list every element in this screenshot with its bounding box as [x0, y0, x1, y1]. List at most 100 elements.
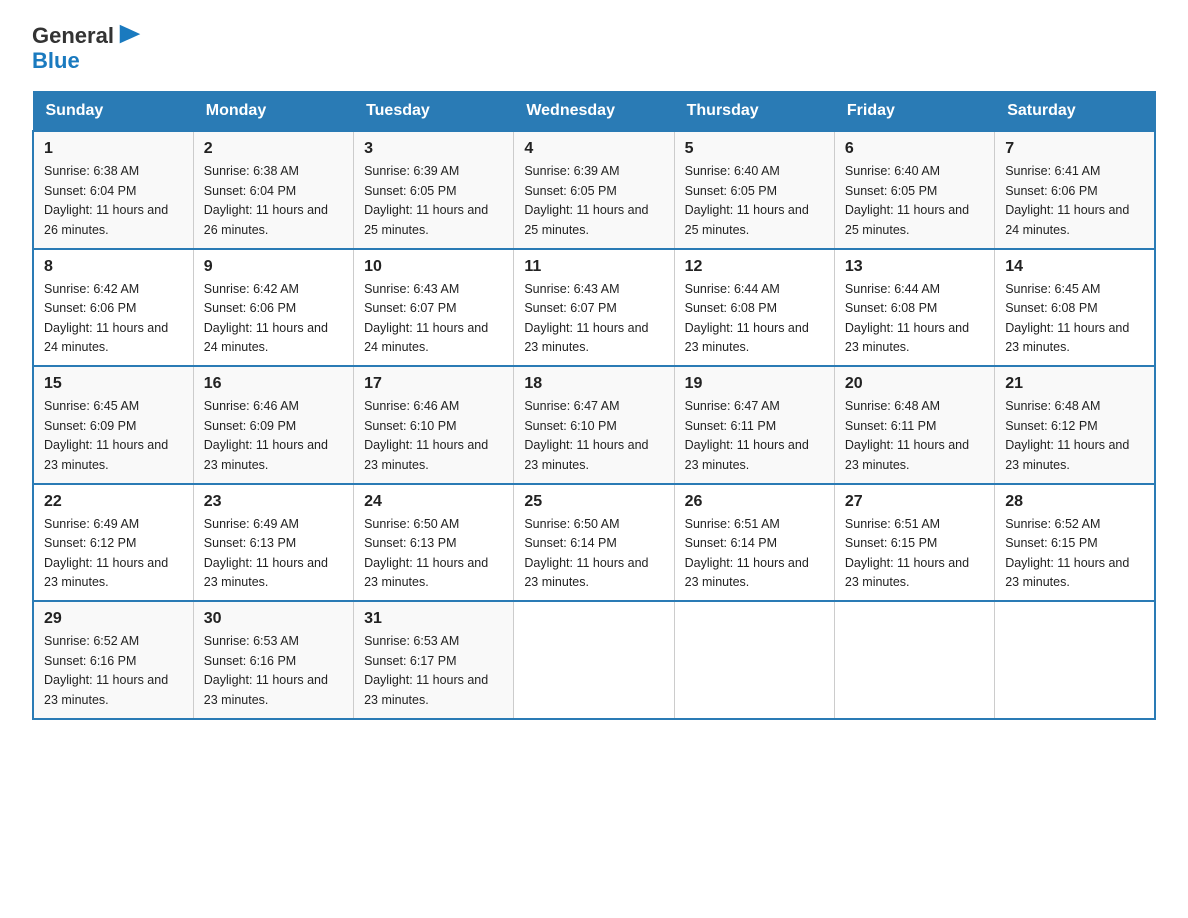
calendar-cell: 14 Sunrise: 6:45 AM Sunset: 6:08 PM Dayl…: [995, 249, 1155, 367]
day-info: Sunrise: 6:46 AM Sunset: 6:09 PM Dayligh…: [204, 397, 343, 475]
col-header-friday: Friday: [834, 92, 994, 132]
calendar-week-row: 29 Sunrise: 6:52 AM Sunset: 6:16 PM Dayl…: [33, 601, 1155, 719]
calendar-cell: 31 Sunrise: 6:53 AM Sunset: 6:17 PM Dayl…: [354, 601, 514, 719]
calendar-week-row: 8 Sunrise: 6:42 AM Sunset: 6:06 PM Dayli…: [33, 249, 1155, 367]
day-number: 27: [845, 493, 984, 511]
calendar-cell: [674, 601, 834, 719]
day-number: 17: [364, 375, 503, 393]
calendar-cell: [995, 601, 1155, 719]
calendar-cell: 15 Sunrise: 6:45 AM Sunset: 6:09 PM Dayl…: [33, 366, 193, 484]
day-number: 4: [524, 140, 663, 158]
day-number: 24: [364, 493, 503, 511]
day-number: 2: [204, 140, 343, 158]
day-number: 8: [44, 258, 183, 276]
calendar-cell: 29 Sunrise: 6:52 AM Sunset: 6:16 PM Dayl…: [33, 601, 193, 719]
calendar-cell: [834, 601, 994, 719]
col-header-monday: Monday: [193, 92, 353, 132]
day-info: Sunrise: 6:45 AM Sunset: 6:09 PM Dayligh…: [44, 397, 183, 475]
day-number: 20: [845, 375, 984, 393]
calendar-cell: 18 Sunrise: 6:47 AM Sunset: 6:10 PM Dayl…: [514, 366, 674, 484]
day-number: 30: [204, 610, 343, 628]
day-number: 10: [364, 258, 503, 276]
calendar-cell: 13 Sunrise: 6:44 AM Sunset: 6:08 PM Dayl…: [834, 249, 994, 367]
col-header-tuesday: Tuesday: [354, 92, 514, 132]
day-number: 22: [44, 493, 183, 511]
day-info: Sunrise: 6:50 AM Sunset: 6:14 PM Dayligh…: [524, 515, 663, 593]
day-number: 6: [845, 140, 984, 158]
calendar-cell: [514, 601, 674, 719]
calendar-cell: 7 Sunrise: 6:41 AM Sunset: 6:06 PM Dayli…: [995, 131, 1155, 249]
calendar-cell: 16 Sunrise: 6:46 AM Sunset: 6:09 PM Dayl…: [193, 366, 353, 484]
calendar-week-row: 22 Sunrise: 6:49 AM Sunset: 6:12 PM Dayl…: [33, 484, 1155, 602]
day-number: 14: [1005, 258, 1144, 276]
day-info: Sunrise: 6:49 AM Sunset: 6:12 PM Dayligh…: [44, 515, 183, 593]
day-info: Sunrise: 6:41 AM Sunset: 6:06 PM Dayligh…: [1005, 162, 1144, 240]
day-info: Sunrise: 6:40 AM Sunset: 6:05 PM Dayligh…: [685, 162, 824, 240]
day-info: Sunrise: 6:42 AM Sunset: 6:06 PM Dayligh…: [44, 280, 183, 358]
day-number: 15: [44, 375, 183, 393]
col-header-thursday: Thursday: [674, 92, 834, 132]
day-number: 25: [524, 493, 663, 511]
calendar-cell: 22 Sunrise: 6:49 AM Sunset: 6:12 PM Dayl…: [33, 484, 193, 602]
calendar-cell: 27 Sunrise: 6:51 AM Sunset: 6:15 PM Dayl…: [834, 484, 994, 602]
day-number: 9: [204, 258, 343, 276]
day-number: 26: [685, 493, 824, 511]
day-info: Sunrise: 6:45 AM Sunset: 6:08 PM Dayligh…: [1005, 280, 1144, 358]
day-number: 31: [364, 610, 503, 628]
day-info: Sunrise: 6:49 AM Sunset: 6:13 PM Dayligh…: [204, 515, 343, 593]
calendar-table: SundayMondayTuesdayWednesdayThursdayFrid…: [32, 91, 1156, 720]
col-header-wednesday: Wednesday: [514, 92, 674, 132]
day-info: Sunrise: 6:52 AM Sunset: 6:15 PM Dayligh…: [1005, 515, 1144, 593]
day-info: Sunrise: 6:39 AM Sunset: 6:05 PM Dayligh…: [524, 162, 663, 240]
calendar-cell: 9 Sunrise: 6:42 AM Sunset: 6:06 PM Dayli…: [193, 249, 353, 367]
day-info: Sunrise: 6:48 AM Sunset: 6:12 PM Dayligh…: [1005, 397, 1144, 475]
day-info: Sunrise: 6:53 AM Sunset: 6:16 PM Dayligh…: [204, 632, 343, 710]
day-number: 23: [204, 493, 343, 511]
logo-blue-text: Blue: [32, 48, 80, 73]
day-info: Sunrise: 6:39 AM Sunset: 6:05 PM Dayligh…: [364, 162, 503, 240]
day-info: Sunrise: 6:51 AM Sunset: 6:15 PM Dayligh…: [845, 515, 984, 593]
calendar-cell: 21 Sunrise: 6:48 AM Sunset: 6:12 PM Dayl…: [995, 366, 1155, 484]
calendar-body: 1 Sunrise: 6:38 AM Sunset: 6:04 PM Dayli…: [33, 131, 1155, 719]
day-info: Sunrise: 6:48 AM Sunset: 6:11 PM Dayligh…: [845, 397, 984, 475]
calendar-cell: 11 Sunrise: 6:43 AM Sunset: 6:07 PM Dayl…: [514, 249, 674, 367]
calendar-cell: 20 Sunrise: 6:48 AM Sunset: 6:11 PM Dayl…: [834, 366, 994, 484]
day-number: 12: [685, 258, 824, 276]
day-info: Sunrise: 6:47 AM Sunset: 6:10 PM Dayligh…: [524, 397, 663, 475]
day-number: 11: [524, 258, 663, 276]
calendar-cell: 2 Sunrise: 6:38 AM Sunset: 6:04 PM Dayli…: [193, 131, 353, 249]
calendar-week-row: 1 Sunrise: 6:38 AM Sunset: 6:04 PM Dayli…: [33, 131, 1155, 249]
calendar-cell: 30 Sunrise: 6:53 AM Sunset: 6:16 PM Dayl…: [193, 601, 353, 719]
col-header-sunday: Sunday: [33, 92, 193, 132]
day-info: Sunrise: 6:43 AM Sunset: 6:07 PM Dayligh…: [364, 280, 503, 358]
day-number: 3: [364, 140, 503, 158]
calendar-cell: 3 Sunrise: 6:39 AM Sunset: 6:05 PM Dayli…: [354, 131, 514, 249]
day-number: 13: [845, 258, 984, 276]
day-info: Sunrise: 6:53 AM Sunset: 6:17 PM Dayligh…: [364, 632, 503, 710]
calendar-week-row: 15 Sunrise: 6:45 AM Sunset: 6:09 PM Dayl…: [33, 366, 1155, 484]
day-info: Sunrise: 6:52 AM Sunset: 6:16 PM Dayligh…: [44, 632, 183, 710]
day-info: Sunrise: 6:47 AM Sunset: 6:11 PM Dayligh…: [685, 397, 824, 475]
day-info: Sunrise: 6:40 AM Sunset: 6:05 PM Dayligh…: [845, 162, 984, 240]
calendar-cell: 10 Sunrise: 6:43 AM Sunset: 6:07 PM Dayl…: [354, 249, 514, 367]
calendar-cell: 26 Sunrise: 6:51 AM Sunset: 6:14 PM Dayl…: [674, 484, 834, 602]
day-number: 1: [44, 140, 183, 158]
calendar-cell: 25 Sunrise: 6:50 AM Sunset: 6:14 PM Dayl…: [514, 484, 674, 602]
calendar-cell: 17 Sunrise: 6:46 AM Sunset: 6:10 PM Dayl…: [354, 366, 514, 484]
page-header: General Blue: [32, 24, 1156, 73]
day-info: Sunrise: 6:46 AM Sunset: 6:10 PM Dayligh…: [364, 397, 503, 475]
day-number: 19: [685, 375, 824, 393]
day-info: Sunrise: 6:44 AM Sunset: 6:08 PM Dayligh…: [685, 280, 824, 358]
day-info: Sunrise: 6:38 AM Sunset: 6:04 PM Dayligh…: [44, 162, 183, 240]
day-info: Sunrise: 6:38 AM Sunset: 6:04 PM Dayligh…: [204, 162, 343, 240]
calendar-cell: 28 Sunrise: 6:52 AM Sunset: 6:15 PM Dayl…: [995, 484, 1155, 602]
calendar-header: SundayMondayTuesdayWednesdayThursdayFrid…: [33, 92, 1155, 132]
calendar-header-row: SundayMondayTuesdayWednesdayThursdayFrid…: [33, 92, 1155, 132]
calendar-cell: 8 Sunrise: 6:42 AM Sunset: 6:06 PM Dayli…: [33, 249, 193, 367]
day-info: Sunrise: 6:50 AM Sunset: 6:13 PM Dayligh…: [364, 515, 503, 593]
calendar-cell: 23 Sunrise: 6:49 AM Sunset: 6:13 PM Dayl…: [193, 484, 353, 602]
day-number: 5: [685, 140, 824, 158]
calendar-cell: 6 Sunrise: 6:40 AM Sunset: 6:05 PM Dayli…: [834, 131, 994, 249]
day-number: 29: [44, 610, 183, 628]
day-number: 18: [524, 375, 663, 393]
